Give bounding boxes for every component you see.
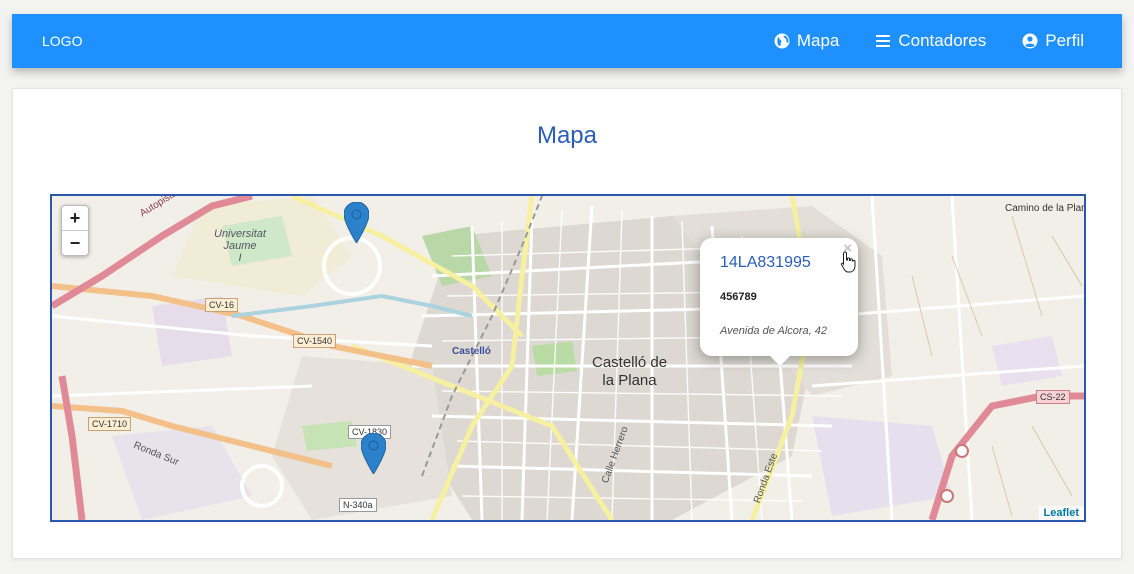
zoom-out-button[interactable]: − <box>62 230 88 255</box>
popup-address: Avenida de Alcora, 42 <box>720 325 828 337</box>
marker-north[interactable] <box>343 201 370 248</box>
road-label-cv1710: CV-1710 <box>88 417 132 431</box>
user-icon <box>1022 33 1038 49</box>
top-navbar: LOGO Mapa Contadores Perfil <box>12 14 1122 68</box>
leaflet-attribution[interactable]: Leaflet <box>1038 506 1084 520</box>
university-label: Universitat Jaume I <box>214 228 266 264</box>
road-label-cs22: CS-22 <box>1036 390 1070 404</box>
map-tiles <box>52 196 1084 520</box>
nav-links: Mapa Contadores Perfil <box>738 14 1084 68</box>
nav-link-contadores-label: Contadores <box>898 31 987 50</box>
nav-link-perfil[interactable]: Perfil <box>1022 31 1084 51</box>
map-container[interactable]: Universitat Jaume I Autopista del Medite… <box>50 194 1086 522</box>
marker-popup: × 14LA831995 456789 Avenida de Alcora, 4… <box>700 238 858 356</box>
list-icon <box>875 33 891 49</box>
nav-link-contadores[interactable]: Contadores <box>875 31 986 51</box>
road-label-cv16: CV-16 <box>205 298 239 312</box>
globe-icon <box>774 33 790 49</box>
map-pin-icon <box>343 201 370 244</box>
popup-tip <box>770 356 790 366</box>
nav-link-perfil-label: Perfil <box>1045 31 1084 50</box>
zoom-control: + − <box>61 205 89 256</box>
marker-south[interactable] <box>360 432 387 479</box>
popup-meter-number: 456789 <box>720 291 757 303</box>
nav-link-mapa[interactable]: Mapa <box>774 31 840 51</box>
road-label-cv1540: CV-1540 <box>293 334 337 348</box>
content-card: Mapa Universitat Jaume I Camino de la Pl… <box>12 88 1122 559</box>
castello-station-label: Castelló <box>452 346 491 357</box>
logo[interactable]: LOGO <box>42 33 82 49</box>
page-title: Mapa <box>536 122 598 149</box>
zoom-in-button[interactable]: + <box>62 206 88 230</box>
map-pin-icon <box>360 432 387 475</box>
popup-meter-id[interactable]: 14LA831995 <box>720 254 811 272</box>
hand-cursor-icon <box>840 251 858 278</box>
camino-label: Camino de la Plana <box>1005 203 1086 214</box>
city-label: Castelló de la Plana <box>592 354 668 389</box>
nav-link-mapa-label: Mapa <box>796 31 840 50</box>
road-label-n340a: N-340a <box>339 498 377 512</box>
